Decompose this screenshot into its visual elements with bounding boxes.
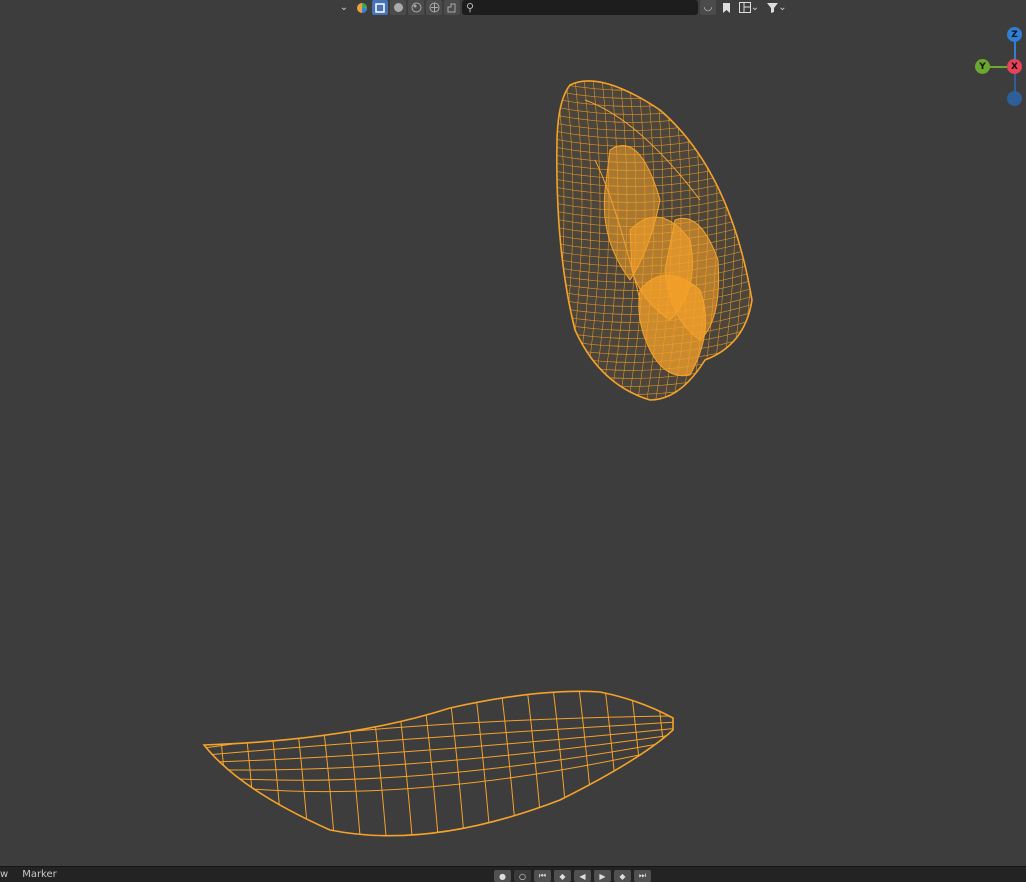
color-wheel-icon[interactable] [354, 0, 370, 15]
next-keyframe-icon[interactable]: ◆ [614, 870, 631, 882]
search-input[interactable] [474, 2, 683, 13]
wireframe-meshes[interactable] [0, 0, 1026, 866]
chevron-down-icon[interactable]: ⌄ [336, 0, 352, 15]
jump-start-icon[interactable]: ⏮ [534, 870, 551, 882]
filter-icon[interactable]: ⌄ [764, 0, 790, 15]
gizmo-neg-z-axis[interactable] [1007, 91, 1022, 106]
marker-menu[interactable]: Marker [22, 869, 57, 880]
play-icon[interactable]: ▶ [594, 870, 611, 882]
bookmark-icon[interactable] [718, 0, 734, 15]
gizmo-x-axis[interactable]: X [1007, 59, 1022, 74]
gizmo-z-axis[interactable]: Z [1007, 27, 1022, 42]
keying-dot-icon[interactable]: ● [494, 870, 511, 882]
search-icon: ⚲ [466, 1, 475, 14]
3d-viewport[interactable]: ⌄ ⚲ ◡ ⌄ ⌄ Z Y X [0, 0, 1026, 866]
overlay-icon[interactable]: ◡ [700, 0, 716, 15]
viewport-header: ⌄ ⚲ ◡ ⌄ ⌄ [336, 0, 790, 15]
prev-keyframe-icon[interactable]: ◆ [554, 870, 571, 882]
auto-key-icon[interactable]: ○ [514, 870, 531, 882]
jump-end-icon[interactable]: ⏭ [634, 870, 651, 882]
navigation-gizmo[interactable]: Z Y X [972, 26, 1026, 108]
wireframe-mode-button[interactable] [372, 0, 388, 15]
solid-mode-button[interactable] [390, 0, 406, 15]
view-menu[interactable]: w [0, 869, 8, 880]
leaf-mesh[interactable] [202, 680, 674, 860]
shading-options-icon[interactable] [444, 0, 460, 15]
gizmo-y-axis[interactable]: Y [975, 59, 990, 74]
rendered-mode-button[interactable] [426, 0, 442, 15]
play-reverse-icon[interactable]: ◀ [574, 870, 591, 882]
bud-mesh[interactable] [540, 70, 760, 410]
timeline-bar: w Marker ● ○ ⏮ ◆ ◀ ▶ ◆ ⏭ [0, 866, 1026, 882]
material-mode-button[interactable] [408, 0, 424, 15]
layout-icon[interactable]: ⌄ [736, 0, 762, 15]
search-field[interactable]: ⚲ [462, 0, 698, 15]
